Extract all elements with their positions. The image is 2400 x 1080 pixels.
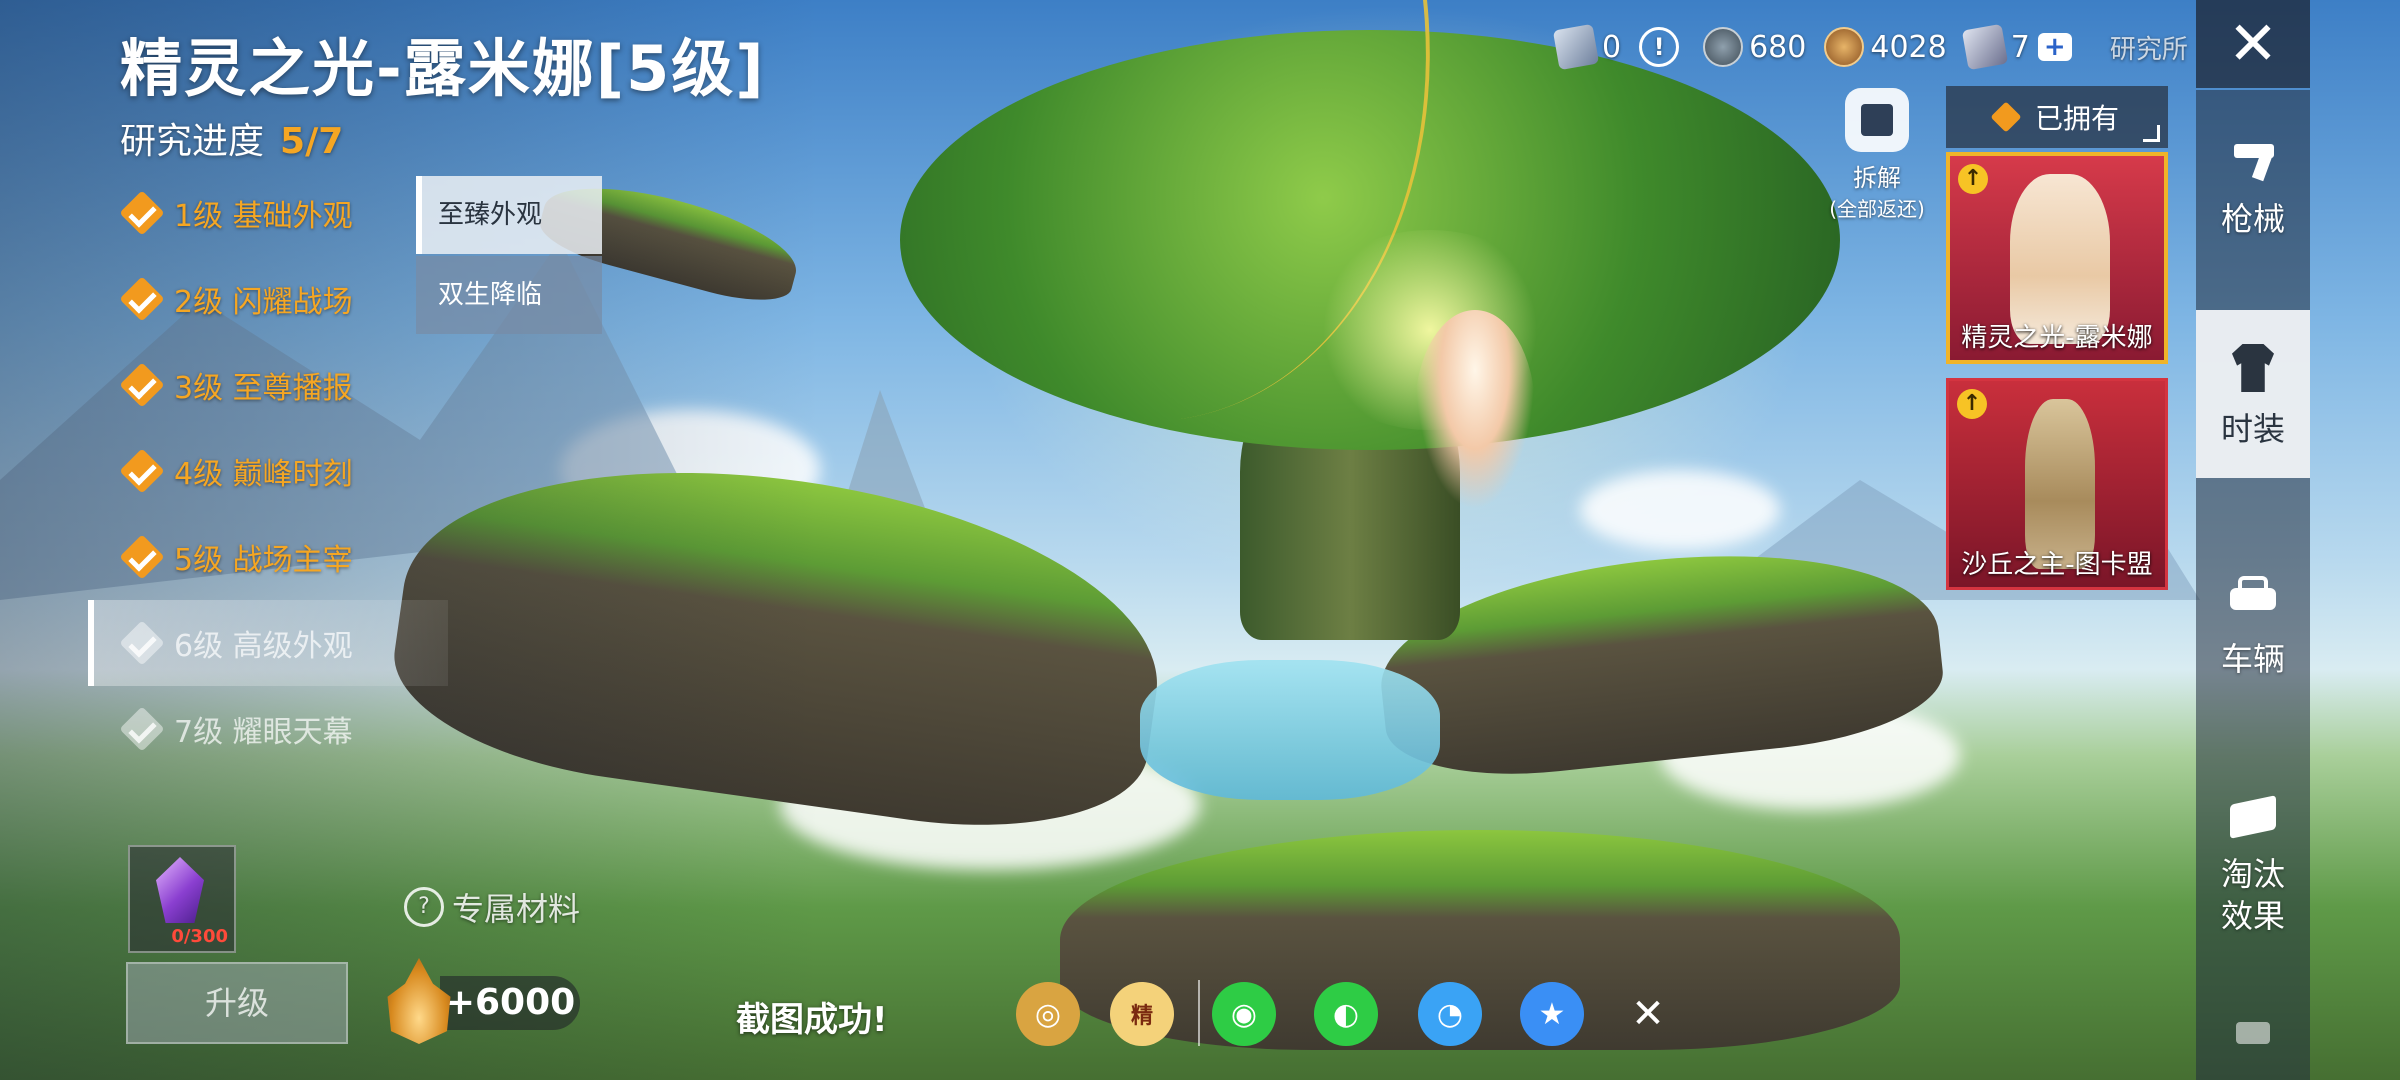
elimination-effect-icon <box>2226 790 2280 844</box>
level-label: 7级 耀眼天幕 <box>174 715 353 750</box>
level-item-7[interactable]: 7级 耀眼天幕 <box>88 686 448 772</box>
material-count: 0/300 <box>171 926 228 947</box>
corner-arrow-icon <box>2143 125 2160 142</box>
subtab-twin-descent[interactable]: 双生降临 <box>416 256 602 334</box>
level-item-3[interactable]: 3级 至尊播报 <box>88 342 448 428</box>
nav-label-line1: 淘汰 <box>2220 855 2285 893</box>
share-qzone-icon[interactable]: ★ <box>1520 982 1584 1046</box>
locked-diamond-icon <box>120 707 164 751</box>
level-label: 1级 基础外观 <box>174 199 353 234</box>
research-lab-link[interactable]: 研究所 <box>2110 29 2188 66</box>
silver-currency[interactable]: 680 <box>1703 27 1806 67</box>
gun-icon <box>2226 130 2280 184</box>
upgrade-button[interactable]: 升级 <box>126 962 348 1044</box>
share-app-icon[interactable]: ◎ <box>1016 982 1080 1046</box>
level-label: 2级 闪耀战场 <box>174 285 353 320</box>
check-icon <box>120 363 164 407</box>
progress-value: 5/7 <box>280 121 344 162</box>
currency-bar: 0 ! 680 4028 7 + 研究所 <box>1552 20 2188 74</box>
card-icon <box>1552 23 1600 71</box>
level-item-2[interactable]: 2级 闪耀战场 <box>88 256 448 342</box>
warning-icon: ! <box>1639 27 1680 67</box>
level-list: 1级 基础外观 2级 闪耀战场 3级 至尊播报 4级 巅峰时刻 5级 战场主宰 … <box>88 170 448 772</box>
outfit-icon <box>2226 340 2280 394</box>
diamond-icon <box>1990 101 2022 133</box>
card-currency[interactable]: 0 <box>1552 23 1622 71</box>
outfit-card-dune-lord[interactable]: ↑ 沙丘之主-图卡盟 <box>1946 378 2168 590</box>
nav-label-line2: 效果 <box>2220 896 2285 935</box>
page-title: 精灵之光-露米娜[5级] <box>120 32 766 105</box>
nav-outfits[interactable]: 时装 <box>2196 310 2310 478</box>
dismantle-label: 拆解 <box>1853 164 1901 192</box>
crystal-icon <box>156 857 204 923</box>
owned-filter-dropdown[interactable]: 已拥有 <box>1946 86 2168 148</box>
gold-coin-icon <box>1824 27 1865 67</box>
level-label: 6级 高级外观 <box>174 629 353 664</box>
river <box>1140 660 1440 800</box>
nav-label: 枪械 <box>2220 200 2285 238</box>
screenshot-toast: 截图成功! <box>736 1000 888 1040</box>
gold-currency[interactable]: 4028 <box>1824 27 1947 67</box>
owned-filter-label: 已拥有 <box>2034 102 2119 135</box>
check-icon <box>120 277 164 321</box>
level-item-4[interactable]: 4级 巅峰时刻 <box>88 428 448 514</box>
vehicle-icon <box>2226 570 2280 624</box>
share-wechat-icon[interactable]: ◉ <box>1212 982 1276 1046</box>
progress-label: 研究进度 <box>120 121 265 162</box>
nav-label: 车辆 <box>2220 640 2285 678</box>
level-label: 3级 至尊播报 <box>174 371 353 406</box>
check-icon <box>120 535 164 579</box>
level-item-5[interactable]: 5级 战场主宰 <box>88 514 448 600</box>
ticket-icon <box>1961 23 2008 71</box>
upgrade-badge-icon: ↑ <box>1958 164 1988 194</box>
exclusive-material-label: 专属材料 <box>452 890 581 928</box>
more-icon[interactable] <box>2236 1022 2270 1044</box>
level-label: 5级 战场主宰 <box>174 543 353 578</box>
subtab-list: 至臻外观 双生降临 <box>416 176 602 336</box>
ticket-amount: 7 <box>2010 29 2030 65</box>
material-slot[interactable]: 0/300 <box>128 845 236 953</box>
research-progress: 研究进度 5/7 <box>120 112 343 164</box>
outfit-card-lumina[interactable]: ↑ 精灵之光-露米娜 <box>1946 152 2168 364</box>
card-count: 0 <box>1602 29 1622 65</box>
outfit-name: 沙丘之主-图卡盟 <box>1961 550 2153 580</box>
level-item-1[interactable]: 1级 基础外观 <box>88 170 448 256</box>
share-close-icon[interactable]: ✕ <box>1616 982 1680 1046</box>
silver-coin-icon <box>1703 27 1744 67</box>
warning-indicator[interactable]: ! <box>1639 27 1685 67</box>
nav-elimination-effects[interactable]: 淘汰 效果 <box>2196 790 2310 937</box>
nav-vehicles[interactable]: 车辆 <box>2196 570 2310 680</box>
upgrade-badge-icon: ↑ <box>1957 389 1987 419</box>
share-moments-icon[interactable]: ◐ <box>1314 982 1378 1046</box>
check-icon <box>120 191 164 235</box>
dismantle-sublabel: (全部返还) <box>1829 197 1925 221</box>
nav-weapons[interactable]: 枪械 <box>2196 130 2310 240</box>
ticket-currency[interactable]: 7 + <box>1961 23 2072 71</box>
share-divider <box>1198 980 1200 1046</box>
check-icon <box>120 449 164 493</box>
level-label: 4级 巅峰时刻 <box>174 457 353 492</box>
add-ticket-button[interactable]: + <box>2037 33 2072 61</box>
bonus-value: +6000 <box>440 976 580 1030</box>
share-qq-icon[interactable]: ◔ <box>1418 982 1482 1046</box>
outfit-name: 精灵之光-露米娜 <box>1961 323 2153 353</box>
help-icon: ? <box>404 887 444 927</box>
locked-diamond-icon <box>120 621 164 665</box>
dismantle-button[interactable]: 拆解 (全部返还) <box>1822 88 1932 222</box>
close-button[interactable]: ✕ <box>2196 0 2310 88</box>
category-nav: 枪械 时装 车辆 淘汰 效果 <box>2196 90 2310 1080</box>
subtab-premium-look[interactable]: 至臻外观 <box>416 176 602 254</box>
exclusive-material-link[interactable]: ? 专属材料 <box>404 884 580 930</box>
puzzle-icon <box>1845 88 1909 152</box>
character-model <box>1415 310 1535 510</box>
silver-amount: 680 <box>1749 29 1807 65</box>
nav-label: 时装 <box>2220 410 2285 448</box>
share-peace-elite-icon[interactable]: 精 <box>1110 982 1174 1046</box>
gold-amount: 4028 <box>1870 29 1947 65</box>
level-item-6[interactable]: 6级 高级外观 <box>88 600 448 686</box>
